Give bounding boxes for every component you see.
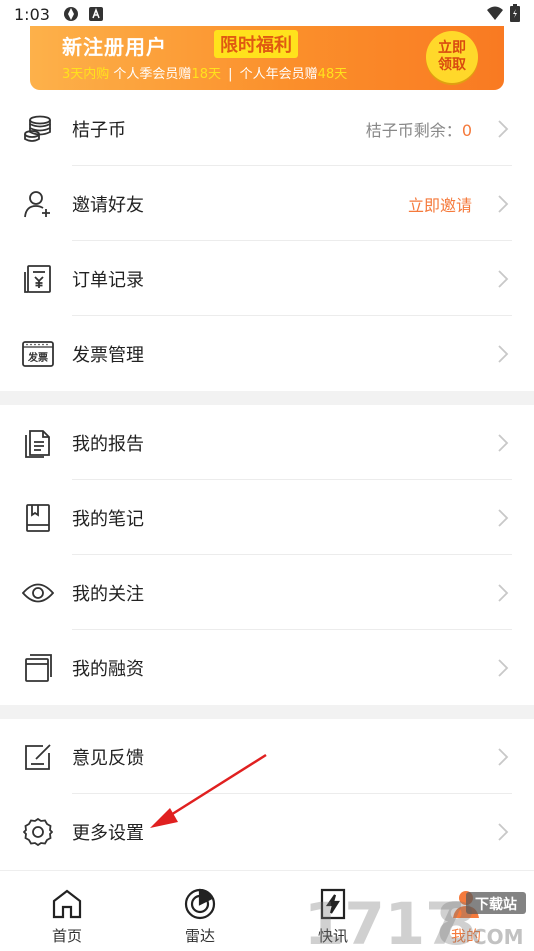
chevron-right-icon: [498, 747, 509, 766]
receipt-icon: [22, 263, 54, 295]
menu-item-orders[interactable]: 订单记录: [0, 241, 534, 316]
menu-item-label: 邀请好友: [72, 194, 144, 216]
menu-item-label: 桔子币: [72, 119, 126, 141]
battery-icon: [510, 4, 520, 22]
coins-balance-value: 0: [461, 120, 472, 140]
menu-item-label: 订单记录: [72, 269, 144, 291]
banner-subtitle: 3天内购 个人季会员赠18天 | 个人年会员赠48天: [62, 63, 347, 82]
menu-item-invoice[interactable]: 发票 发票管理: [0, 316, 534, 391]
tab-label: 首页: [51, 927, 82, 945]
chevron-right-icon: [498, 433, 509, 452]
notebook-icon: [22, 502, 54, 534]
wifi-icon: [487, 6, 503, 20]
chevron-right-icon: [498, 269, 509, 288]
banner-sub-highlight-1: 3天内购: [62, 67, 110, 82]
site-watermark-logo: 1717 8 COM 下载站: [304, 890, 526, 950]
menu-item-follows[interactable]: 我的关注: [0, 555, 534, 630]
menu-item-label: 意见反馈: [72, 747, 144, 769]
content-section: 我的报告 我的笔记 我的关注 我的融资: [0, 405, 534, 705]
chevron-right-icon: [498, 658, 509, 677]
menu-item-invite[interactable]: 邀请好友 立即邀请: [0, 166, 534, 241]
banner-sub-separator: |: [228, 67, 233, 82]
promo-banner[interactable]: 新注册用户 限时福利 3天内购 个人季会员赠18天 | 个人年会员赠48天 立即…: [30, 26, 504, 90]
menu-item-reports[interactable]: 我的报告: [0, 405, 534, 480]
coins-icon: [22, 113, 54, 145]
radar-icon: [184, 888, 216, 920]
gear-icon: [22, 816, 54, 848]
banner-tag: 限时福利: [214, 30, 298, 58]
menu-item-settings[interactable]: 更多设置: [0, 794, 534, 869]
home-icon: [52, 889, 82, 919]
invite-now-link[interactable]: 立即邀请: [408, 192, 472, 216]
menu-item-label: 我的关注: [72, 583, 144, 605]
chevron-right-icon: [498, 344, 509, 363]
menu-item-financing[interactable]: 我的融资: [0, 630, 534, 705]
claim-now-button[interactable]: 立即 领取: [426, 31, 478, 83]
account-section: 桔子币 桔子币剩余：0 邀请好友 立即邀请 订单记录 发票 发票管理: [0, 91, 534, 391]
financing-icon: [22, 652, 54, 684]
chevron-right-icon: [498, 119, 509, 138]
add-user-icon: [22, 188, 54, 220]
accessibility-notification-icon: [88, 7, 103, 21]
app-notification-icon: [63, 7, 78, 21]
status-time: 1:03: [14, 4, 50, 24]
banner-title: 新注册用户: [62, 35, 167, 59]
banner-sub-highlight-2: 18天: [191, 67, 221, 82]
chevron-right-icon: [498, 583, 509, 602]
menu-item-label: 更多设置: [72, 822, 144, 844]
claim-button-line-2: 领取: [438, 57, 466, 73]
invoice-icon-text: 发票: [27, 351, 48, 364]
claim-button-line-1: 立即: [438, 40, 466, 56]
section-divider: [0, 391, 534, 405]
invoice-icon: 发票: [22, 338, 54, 370]
banner-sub-highlight-3: 48天: [317, 67, 348, 82]
watermark-badge: 下载站: [475, 896, 517, 913]
status-bar: 1:03: [0, 0, 534, 28]
menu-item-label: 我的融资: [72, 658, 144, 680]
tab-label: 雷达: [184, 927, 215, 945]
menu-item-notes[interactable]: 我的笔记: [0, 480, 534, 555]
section-divider: [0, 705, 534, 719]
report-document-icon: [22, 427, 54, 459]
eye-icon: [22, 577, 54, 609]
menu-item-coins[interactable]: 桔子币 桔子币剩余：0: [0, 91, 534, 166]
menu-item-label: 发票管理: [72, 344, 144, 366]
banner-sub-text-2: 个人年会员赠: [239, 67, 318, 82]
coins-balance: 桔子币剩余：0: [366, 117, 472, 141]
menu-item-label: 我的笔记: [72, 508, 144, 530]
tab-home[interactable]: 首页: [17, 871, 117, 951]
chevron-right-icon: [498, 508, 509, 527]
menu-item-feedback[interactable]: 意见反馈: [0, 719, 534, 794]
chevron-right-icon: [498, 822, 509, 841]
banner-sub-text-1: 个人季会员赠: [113, 67, 192, 82]
settings-section: 意见反馈 更多设置: [0, 719, 534, 869]
chevron-right-icon: [498, 194, 509, 213]
tab-radar[interactable]: 雷达: [150, 871, 250, 951]
edit-feedback-icon: [22, 741, 54, 773]
menu-item-label: 我的报告: [72, 433, 144, 455]
watermark-com: COM: [472, 925, 524, 949]
coins-balance-label: 桔子币剩余：: [365, 120, 462, 140]
